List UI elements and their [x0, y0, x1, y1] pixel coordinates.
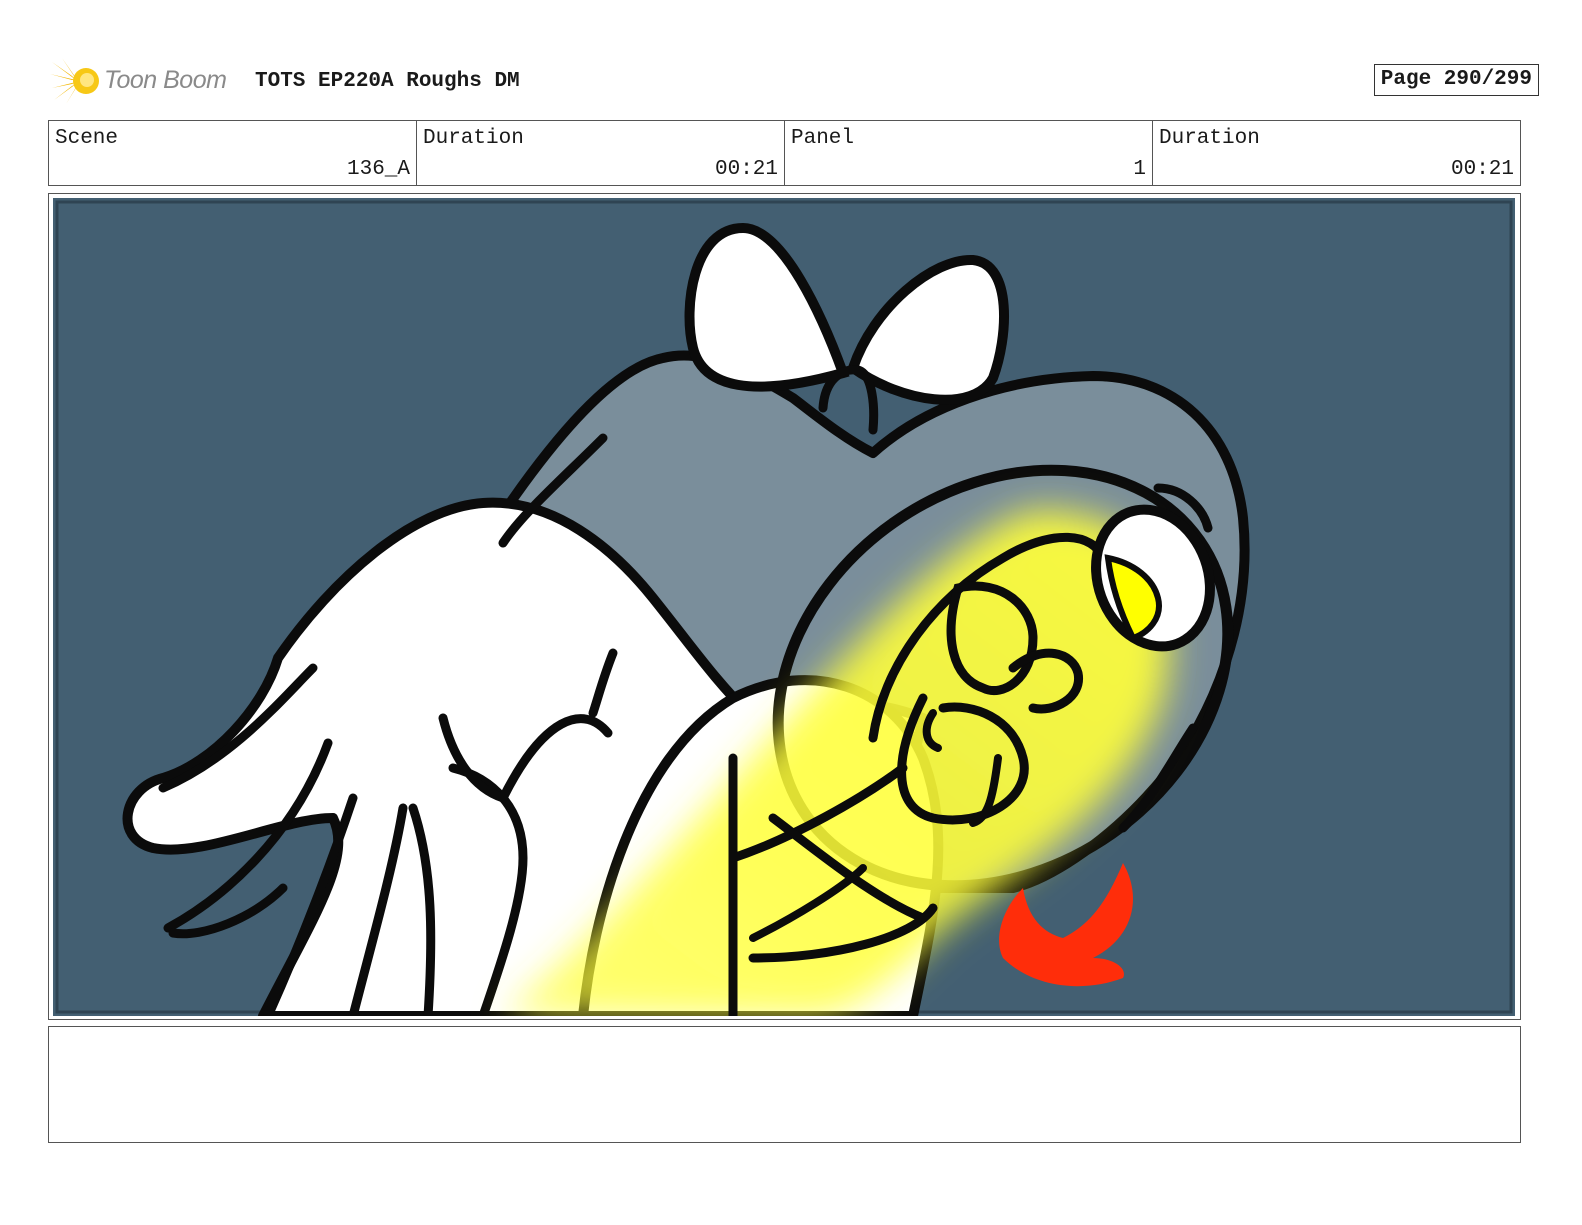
panel-duration-label: Duration	[1159, 127, 1260, 150]
panel-drawing	[53, 198, 1515, 1016]
starburst-icon	[50, 58, 99, 104]
scene-duration-value: 00:21	[714, 158, 778, 181]
panel-frame	[48, 193, 1521, 1020]
panel-value: 1	[1133, 158, 1146, 181]
storyboard-header: Toon Boom TOTS EP220A Roughs DM Page 290…	[50, 58, 1540, 108]
panel-label: Panel	[791, 127, 855, 150]
toon-boom-logo: Toon Boom	[50, 58, 245, 106]
panel-duration-cell: Duration 00:21	[1153, 121, 1520, 185]
panel-notes-box	[48, 1026, 1521, 1143]
panel-duration-value: 00:21	[1450, 158, 1514, 181]
scene-duration-label: Duration	[423, 127, 524, 150]
scene-value: 136_A	[346, 158, 410, 181]
scene-label: Scene	[55, 127, 119, 150]
document-title: TOTS EP220A Roughs DM	[255, 70, 520, 93]
panel-cell: Panel 1	[785, 121, 1153, 185]
brand-name: Toon Boom	[104, 66, 227, 94]
scene-cell: Scene 136_A	[49, 121, 417, 185]
scene-info-table: Scene 136_A Duration 00:21 Panel 1 Durat…	[48, 120, 1521, 186]
page-indicator: Page 290/299	[1373, 64, 1539, 96]
scene-duration-cell: Duration 00:21	[417, 121, 785, 185]
